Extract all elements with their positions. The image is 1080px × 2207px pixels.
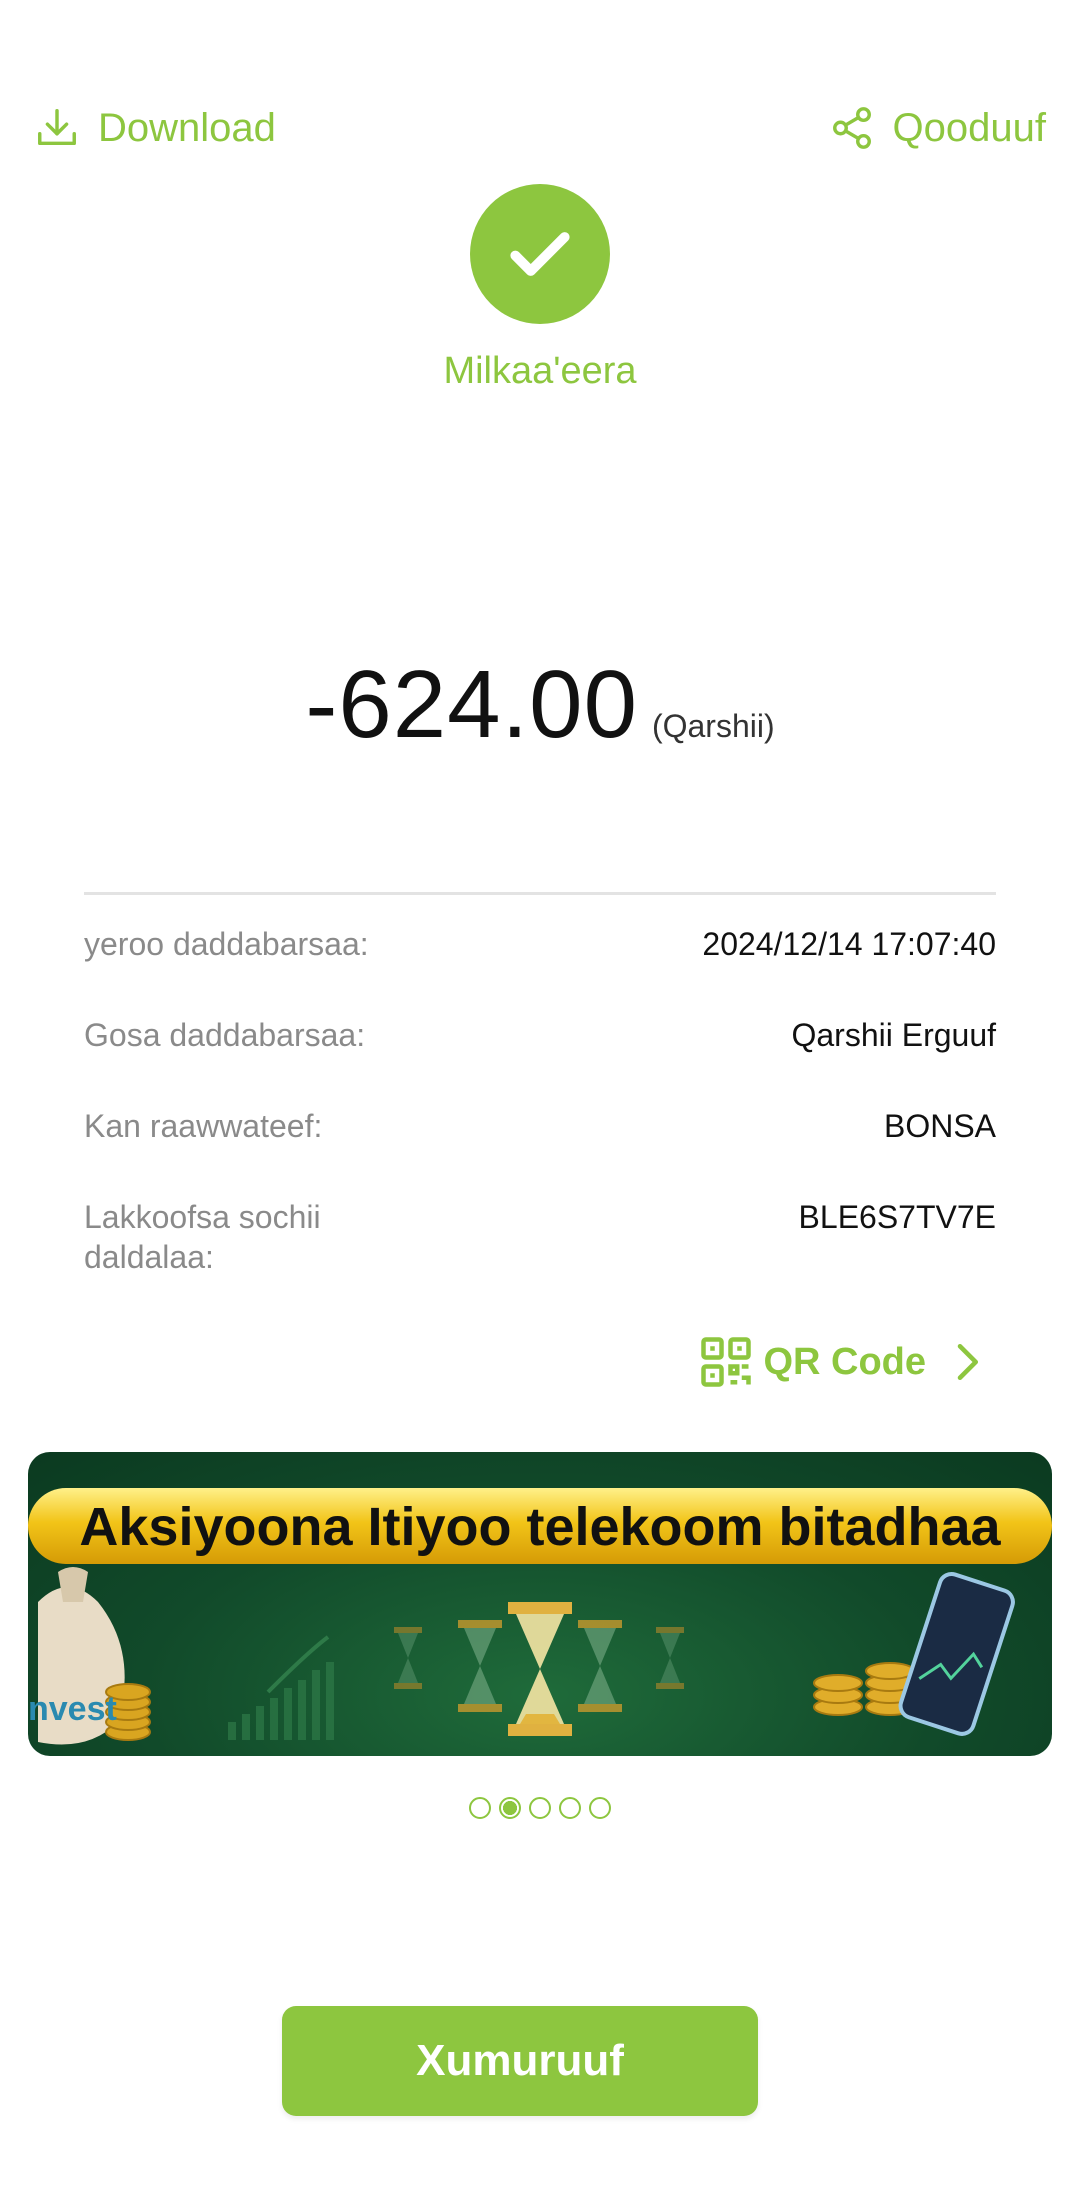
- status-text: Milkaa'eera: [443, 350, 637, 392]
- pagination-dot[interactable]: [529, 1797, 551, 1819]
- banner-headline: Aksiyoona Itiyoo telekoom bitadhaa: [79, 1497, 1001, 1557]
- detail-label: yeroo daddabarsaa:: [84, 926, 369, 962]
- detail-value: 2024/12/14 17:07:40: [702, 926, 996, 962]
- pagination-dot[interactable]: [589, 1797, 611, 1819]
- download-label: Download: [98, 105, 276, 150]
- share-icon: [829, 105, 875, 151]
- currency-label: (Qarshii): [651, 708, 775, 744]
- transaction-receipt-screen: Download Qooduuf Milkaa'eera -624.00 (Qar…: [0, 0, 1080, 2207]
- promo-banner[interactable]: Aksiyoona Itiyoo telekoom bitadhaa nvest: [28, 1452, 1052, 1756]
- chevron-right-icon: [950, 1341, 984, 1383]
- success-badge: [470, 184, 610, 324]
- share-button[interactable]: Qooduuf: [829, 98, 1046, 158]
- finish-button[interactable]: Xumuruuf: [282, 2006, 758, 2116]
- qr-code-link[interactable]: QR Code: [699, 1334, 984, 1390]
- carousel-pagination: [0, 1797, 1080, 1819]
- pagination-dot[interactable]: [469, 1797, 491, 1819]
- check-icon: [510, 232, 570, 276]
- detail-label: Lakkoofsa sochii daldalaa:: [84, 1199, 321, 1275]
- download-icon: [34, 105, 80, 151]
- banner-bag-text: nvest: [28, 1690, 117, 1728]
- top-action-bar: Download Qooduuf: [0, 98, 1080, 158]
- download-button[interactable]: Download: [34, 98, 276, 158]
- share-label: Qooduuf: [892, 105, 1046, 150]
- detail-label: Gosa daddabarsaa:: [84, 1017, 366, 1053]
- divider: [84, 892, 996, 895]
- detail-label: Kan raawwateef:: [84, 1108, 323, 1144]
- transaction-amount: -624.00: [305, 651, 638, 758]
- pagination-dot-active[interactable]: [499, 1797, 521, 1819]
- amount-row: -624.00 (Qarshii): [0, 650, 1080, 760]
- pagination-dot[interactable]: [559, 1797, 581, 1819]
- detail-value: Qarshii Erguuf: [791, 1017, 996, 1053]
- detail-value: BLE6S7TV7E: [798, 1199, 996, 1235]
- detail-value: BONSA: [883, 1108, 996, 1144]
- qr-code-icon: [699, 1335, 753, 1389]
- qr-code-label: QR Code: [763, 1340, 926, 1383]
